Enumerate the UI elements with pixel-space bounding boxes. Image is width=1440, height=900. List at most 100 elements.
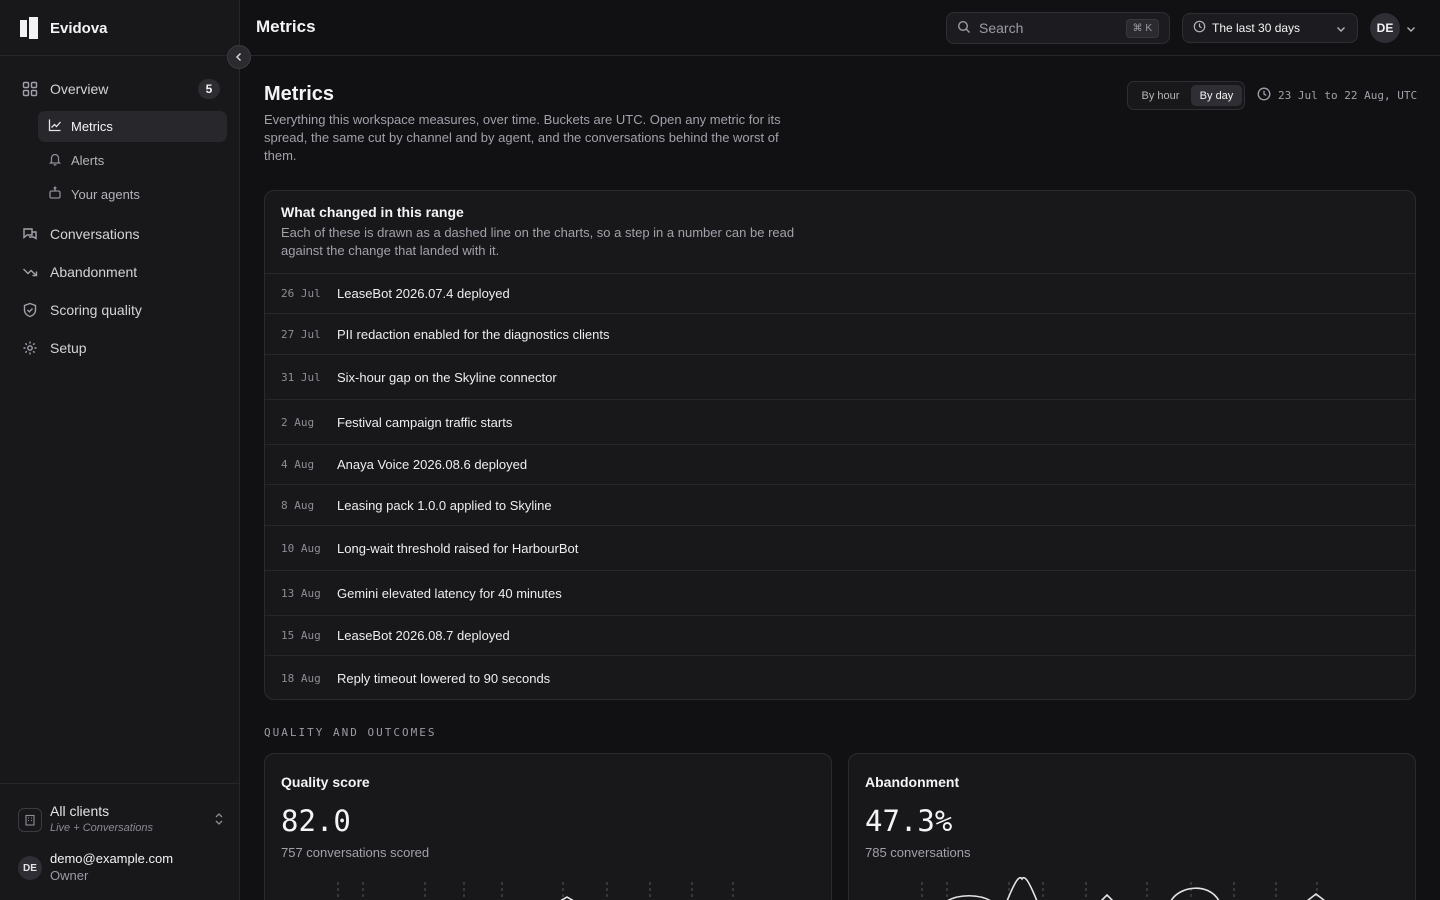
changes-card: What changed in this range Each of these… (264, 190, 1416, 700)
collapse-sidebar-button[interactable] (227, 45, 251, 69)
change-label: LeaseBot 2026.08.7 deployed (337, 628, 510, 643)
metric-title: Abandonment (865, 774, 960, 790)
change-label: Leasing pack 1.0.0 applied to Skyline (337, 497, 552, 513)
sidebar-item-label: Metrics (71, 119, 113, 134)
metric-subtitle: 785 conversations (865, 845, 971, 860)
chevron-up-down-icon (214, 812, 224, 829)
metric-title: Quality score (281, 774, 370, 790)
sidebar-item-label: Setup (50, 340, 87, 356)
search-icon (957, 20, 971, 37)
line-chart-icon (48, 118, 62, 135)
list-item[interactable]: 27 Jul PII redaction enabled for the dia… (265, 313, 1415, 354)
sidebar-item-overview[interactable]: Overview 5 (10, 71, 230, 107)
chevron-down-icon[interactable] (1405, 22, 1417, 38)
clock-icon (1257, 87, 1271, 104)
change-date: 31 Jul (281, 370, 321, 384)
bot-icon (48, 186, 62, 203)
shield-check-icon (22, 302, 38, 318)
section-label: QUALITY AND OUTCOMES (264, 726, 437, 739)
sidebar-item-label: Abandonment (50, 264, 138, 280)
grid-icon (22, 81, 38, 97)
bucket-toggle: By hour By day (1127, 81, 1245, 110)
date-range-label: The last 30 days (1212, 21, 1301, 35)
user-role: Owner (50, 868, 89, 883)
sidebar-item-label: Your agents (71, 187, 140, 202)
change-date: 8 Aug (281, 498, 315, 512)
change-label: Reply timeout lowered to 90 seconds (337, 671, 551, 686)
sidebar-item-metrics[interactable]: Metrics (38, 111, 227, 142)
client-selector-subtitle: Live + Conversations (50, 822, 154, 834)
brand[interactable]: Evidova (20, 16, 108, 40)
page-description: Everything this workspace measures, over… (264, 112, 781, 163)
changes-title: What changed in this range (281, 204, 464, 220)
sidebar-item-your-agents[interactable]: Your agents (38, 179, 227, 210)
list-item[interactable]: 18 Aug Reply timeout lowered to 90 secon… (265, 655, 1415, 699)
change-date: 2 Aug (281, 415, 315, 429)
sidebar-item-label: Scoring quality (50, 302, 142, 318)
sidebar-item-label: Alerts (71, 153, 105, 168)
trend-down-icon (22, 264, 38, 280)
change-date: 4 Aug (281, 458, 315, 471)
change-label: Long-wait threshold raised for HarbourBo… (337, 540, 579, 556)
bucket-by-day-button[interactable]: By day (1191, 85, 1242, 106)
user-email: demo@example.com (50, 851, 174, 866)
bell-icon (48, 152, 62, 169)
section-title: Metrics (264, 83, 335, 105)
sidebar-divider (0, 783, 240, 784)
sidebar-item-setup[interactable]: Setup (10, 330, 230, 366)
metric-card-quality-score[interactable]: Quality score 82.0 757 conversations sco… (264, 753, 832, 900)
metric-value: 47.3% (865, 804, 953, 838)
change-label: PII redaction enabled for the diagnostic… (337, 326, 610, 342)
list-item[interactable]: 31 Jul Six-hour gap on the Skyline conne… (265, 354, 1415, 399)
list-item[interactable]: 2 Aug Festival campaign traffic starts (265, 399, 1415, 444)
list-item[interactable]: 4 Aug Anaya Voice 2026.08.6 deployed (265, 444, 1415, 484)
building-icon (18, 808, 42, 832)
range-readout-text: 23 Jul to 22 Aug, UTC (1278, 89, 1418, 102)
topbar: Metrics Search ⌘ K The last 30 days DE (240, 0, 1440, 56)
clock-icon (1193, 20, 1206, 36)
range-readout: 23 Jul to 22 Aug, UTC (1257, 87, 1417, 104)
list-item[interactable]: 26 Jul LeaseBot 2026.07.4 deployed (265, 273, 1415, 313)
metric-value: 82.0 (281, 804, 351, 838)
sidebar-item-abandonment[interactable]: Abandonment (10, 254, 230, 290)
change-date: 15 Aug (281, 629, 321, 642)
list-item[interactable]: 15 Aug LeaseBot 2026.08.7 deployed (265, 615, 1415, 655)
search-shortcut: ⌘ K (1125, 19, 1159, 38)
change-label: Anaya Voice 2026.08.6 deployed (337, 457, 528, 472)
metric-subtitle: 757 conversations scored (281, 845, 430, 860)
abandonment-sparkline (921, 877, 1326, 900)
count-badge: 5 (198, 79, 220, 99)
quality-sparkline (337, 882, 734, 900)
change-date: 18 Aug (281, 672, 321, 685)
search-placeholder: Search (979, 20, 1024, 36)
bucket-by-hour-button[interactable]: By hour (1131, 85, 1190, 106)
list-item[interactable]: 8 Aug Leasing pack 1.0.0 applied to Skyl… (265, 484, 1415, 525)
sidebar-item-label: Conversations (50, 226, 140, 242)
sidebar-item-conversations[interactable]: Conversations (10, 216, 230, 252)
change-date: 13 Aug (281, 586, 321, 600)
client-selector-title: All clients (50, 803, 110, 819)
user-menu[interactable]: DE demo@example.com Owner (18, 851, 224, 885)
list-item[interactable]: 10 Aug Long-wait threshold raised for Ha… (265, 525, 1415, 570)
change-date: 10 Aug (281, 541, 321, 555)
change-date: 26 Jul (281, 287, 321, 300)
changes-description: Each of these is drawn as a dashed line … (281, 225, 795, 258)
gear-icon (22, 340, 38, 356)
search-input[interactable]: Search ⌘ K (946, 12, 1170, 44)
metric-card-abandonment[interactable]: Abandonment 47.3% 785 conversations (848, 753, 1416, 900)
change-label: Festival campaign traffic starts (337, 414, 513, 430)
change-label: Gemini elevated latency for 40 minutes (337, 585, 562, 601)
chat-icon (22, 226, 38, 242)
client-selector[interactable]: All clients Live + Conversations (18, 801, 224, 839)
change-date: 27 Jul (281, 327, 321, 341)
sidebar-divider (0, 55, 240, 56)
chevron-down-icon (1335, 22, 1347, 38)
sidebar-item-scoring-quality[interactable]: Scoring quality (10, 292, 230, 328)
chevron-left-icon (235, 52, 242, 62)
change-label: LeaseBot 2026.07.4 deployed (337, 286, 510, 301)
sidebar-item-alerts[interactable]: Alerts (38, 145, 227, 176)
avatar[interactable]: DE (1370, 13, 1400, 43)
list-item[interactable]: 13 Aug Gemini elevated latency for 40 mi… (265, 570, 1415, 615)
date-range-select[interactable]: The last 30 days (1182, 13, 1358, 43)
sidebar: Evidova Overview 5 Metrics Alerts Your a… (0, 0, 240, 900)
